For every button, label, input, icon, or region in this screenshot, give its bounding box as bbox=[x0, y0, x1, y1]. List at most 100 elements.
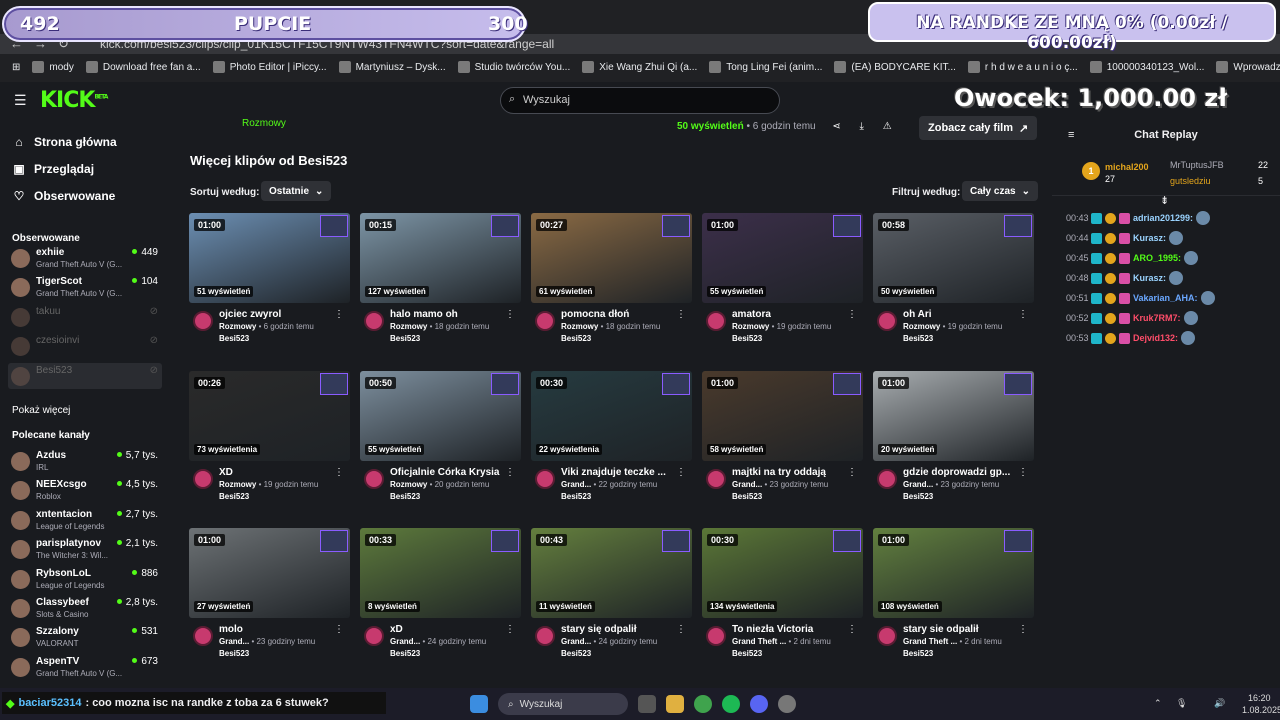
clip-author[interactable]: Besi523 bbox=[732, 492, 762, 501]
scroll-down-icon[interactable]: ⇟ bbox=[1160, 194, 1169, 207]
clip-title[interactable]: molo bbox=[219, 624, 339, 635]
clip-card[interactable]: 01:00 51 wyświetleń ojciec zwyrol Rozmowy •… bbox=[189, 213, 350, 353]
bookmark-item[interactable]: Xie Wang Zhui Qi (a... bbox=[582, 61, 697, 73]
notification-off-icon[interactable]: ⊘ bbox=[150, 365, 158, 376]
chat-username[interactable]: Vakarian_AHA: bbox=[1133, 293, 1198, 303]
clip-thumbnail[interactable]: 00:33 8 wyświetleń bbox=[360, 528, 521, 618]
app-icon[interactable] bbox=[778, 695, 796, 713]
clip-thumbnail[interactable]: 01:00 27 wyświetleń bbox=[189, 528, 350, 618]
clip-author[interactable]: Besi523 bbox=[219, 492, 249, 501]
kick-logo[interactable]: KICKBETA bbox=[40, 88, 108, 113]
clip-author[interactable]: Besi523 bbox=[903, 492, 933, 501]
clip-thumbnail[interactable]: 01:00 58 wyświetleń bbox=[702, 370, 863, 461]
report-icon[interactable]: ⚠ bbox=[883, 121, 892, 132]
clip-author[interactable]: Besi523 bbox=[390, 649, 420, 658]
clip-thumbnail[interactable]: 00:43 11 wyświetleń bbox=[531, 528, 692, 618]
clip-author[interactable]: Besi523 bbox=[903, 334, 933, 343]
channel-avatar[interactable] bbox=[706, 311, 726, 331]
channel-item[interactable]: Azdus IRL 5,7 tys. bbox=[8, 448, 162, 474]
show-more-link[interactable]: Pokaż więcej bbox=[12, 405, 70, 416]
hamburger-menu-icon[interactable]: ☰ bbox=[14, 92, 27, 109]
clip-title[interactable]: Oficjalnie Córka Krysia bbox=[390, 467, 510, 478]
channel-avatar[interactable] bbox=[193, 626, 213, 646]
task-view-icon[interactable] bbox=[638, 695, 656, 713]
clip-card[interactable]: 01:00 20 wyświetleń gdzie doprowadzi gp...… bbox=[873, 370, 1034, 511]
channel-avatar[interactable] bbox=[535, 626, 555, 646]
clip-card[interactable]: 00:33 8 wyświetleń xD Grand... • 24 godziny… bbox=[360, 528, 521, 668]
clip-thumbnail[interactable]: 00:26 73 wyświetlenia bbox=[189, 370, 350, 461]
clip-card[interactable]: 00:50 55 wyświetleń Oficjalnie Córka Krysi… bbox=[360, 370, 521, 511]
clip-title[interactable]: stary się odpalił bbox=[561, 624, 681, 635]
bookmark-item[interactable]: Wprowadzamy dar... bbox=[1216, 61, 1280, 73]
clip-thumbnail[interactable]: 01:00 20 wyświetleń bbox=[873, 370, 1034, 461]
more-options-icon[interactable]: ⋮ bbox=[334, 624, 344, 635]
bookmark-item[interactable]: Tong Ling Fei (anim... bbox=[709, 61, 822, 73]
more-options-icon[interactable]: ⋮ bbox=[676, 624, 686, 635]
channel-item[interactable]: NEEXcsgo Roblox 4,5 tys. bbox=[8, 477, 162, 503]
clip-card[interactable]: 00:58 50 wyświetleń oh Ari Rozmowy • 19 god… bbox=[873, 213, 1034, 353]
clip-thumbnail[interactable]: 00:30 134 wyświetlenia bbox=[702, 528, 863, 618]
microphone-icon[interactable]: 🎙 bbox=[1176, 698, 1187, 709]
clip-title[interactable]: majtki na try oddają bbox=[732, 467, 852, 478]
nav-home[interactable]: ⌂ Strona główna bbox=[12, 135, 116, 149]
clip-title[interactable]: XD bbox=[219, 467, 339, 478]
chat-username[interactable]: Kurasz: bbox=[1133, 273, 1166, 283]
clip-author[interactable]: Besi523 bbox=[903, 649, 933, 658]
channel-avatar[interactable] bbox=[535, 468, 555, 489]
more-options-icon[interactable]: ⋮ bbox=[676, 467, 686, 478]
channel-avatar[interactable] bbox=[364, 626, 384, 646]
more-options-icon[interactable]: ⋮ bbox=[847, 467, 857, 478]
bookmark-item[interactable]: mody bbox=[32, 61, 74, 73]
third-chatter-name[interactable]: gutsledziu bbox=[1170, 176, 1211, 186]
clip-author[interactable]: Besi523 bbox=[390, 492, 420, 501]
channel-item[interactable]: Szzalony VALORANT 531 bbox=[8, 624, 162, 650]
clip-author[interactable]: Besi523 bbox=[732, 334, 762, 343]
clip-card[interactable]: 00:43 11 wyświetleń stary się odpalił Grand… bbox=[531, 528, 692, 668]
bookmark-item[interactable]: Studio twórców You... bbox=[457, 61, 570, 73]
channel-item[interactable]: exhiie Grand Theft Auto V (G... 449 bbox=[8, 245, 162, 271]
more-options-icon[interactable]: ⋮ bbox=[847, 309, 857, 320]
notification-off-icon[interactable]: ⊘ bbox=[150, 335, 158, 346]
channel-item[interactable]: Besi523 ⊘ bbox=[8, 362, 162, 389]
clip-card[interactable]: 00:27 61 wyświetleń pomocna dłoń Rozmowy • … bbox=[531, 213, 692, 353]
clip-title[interactable]: amatora bbox=[732, 309, 852, 320]
discord-icon[interactable] bbox=[750, 695, 768, 713]
bookmark-item[interactable]: 100000340123_Wol... bbox=[1089, 61, 1204, 73]
clip-card[interactable]: 01:00 27 wyświetleń molo Grand... • 23 godz… bbox=[189, 528, 350, 668]
clip-title[interactable]: halo mamo oh bbox=[390, 309, 510, 320]
channel-item[interactable]: AspenTV Grand Theft Auto V (G... 673 bbox=[8, 654, 162, 680]
channel-avatar[interactable] bbox=[364, 311, 384, 331]
nav-browse[interactable]: ▣ Przeglądaj bbox=[12, 162, 94, 176]
clip-thumbnail[interactable]: 01:00 108 wyświetleń bbox=[873, 528, 1034, 618]
clip-category[interactable]: Rozmowy bbox=[242, 118, 286, 129]
channel-item[interactable]: takuu ⊘ bbox=[8, 304, 162, 330]
clip-card[interactable]: 00:30 134 wyświetlenia To niezła Victoria G… bbox=[702, 528, 863, 668]
more-options-icon[interactable]: ⋮ bbox=[505, 309, 515, 320]
channel-avatar[interactable] bbox=[877, 468, 897, 489]
clock-time[interactable]: 16:20 bbox=[1248, 693, 1271, 703]
channel-item[interactable]: RybsonLoL League of Legends 886 bbox=[8, 566, 162, 592]
clip-title[interactable]: Viki znajduje teczke ... bbox=[561, 467, 681, 478]
chat-username[interactable]: adrian201299: bbox=[1133, 213, 1193, 223]
see-full-video-button[interactable]: Zobacz cały film ↗ bbox=[919, 116, 1038, 140]
chrome-icon[interactable] bbox=[694, 695, 712, 713]
clip-title[interactable]: gdzie doprowadzi gp... bbox=[903, 467, 1023, 478]
clip-author[interactable]: Besi523 bbox=[732, 649, 762, 658]
clip-title[interactable]: pomocna dłoń bbox=[561, 309, 681, 320]
clip-card[interactable]: 00:26 73 wyświetlenia XD Rozmowy • 19 godzi… bbox=[189, 370, 350, 511]
more-options-icon[interactable]: ⋮ bbox=[505, 467, 515, 478]
more-options-icon[interactable]: ⋮ bbox=[1018, 467, 1028, 478]
channel-avatar[interactable] bbox=[364, 468, 384, 489]
second-chatter-name[interactable]: MrTuptusJFB bbox=[1170, 160, 1224, 170]
chat-username[interactable]: Kurasz: bbox=[1133, 233, 1166, 243]
clip-thumbnail[interactable]: 00:27 61 wyświetleń bbox=[531, 213, 692, 303]
more-options-icon[interactable]: ⋮ bbox=[676, 309, 686, 320]
clip-title[interactable]: xD bbox=[390, 624, 510, 635]
search-input[interactable]: ⌕ Wyszukaj bbox=[500, 87, 780, 114]
bookmark-item[interactable]: Photo Editor | iPiccy... bbox=[212, 61, 327, 73]
chat-username[interactable]: ARO_1995: bbox=[1133, 253, 1181, 263]
clip-author[interactable]: Besi523 bbox=[219, 649, 249, 658]
filter-dropdown[interactable]: Cały czas ⌄ bbox=[962, 181, 1038, 201]
clock-date[interactable]: 1.08.2025 bbox=[1242, 705, 1280, 715]
clip-card[interactable]: 01:00 108 wyświetleń stary sie odpalił Gran… bbox=[873, 528, 1034, 668]
